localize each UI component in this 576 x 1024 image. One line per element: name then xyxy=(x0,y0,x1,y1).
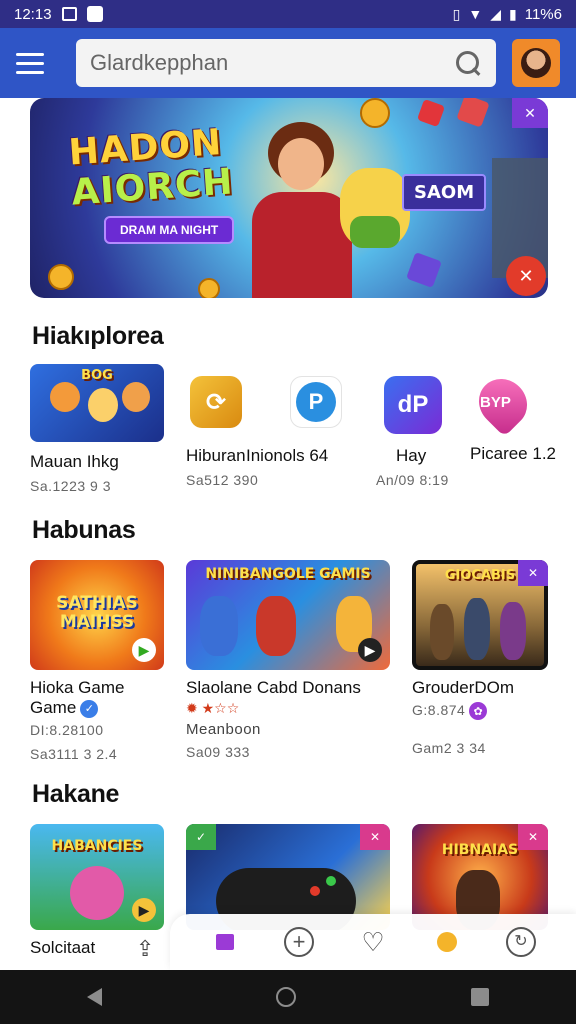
gift-icon[interactable] xyxy=(207,924,243,960)
home-icon[interactable] xyxy=(276,987,297,1007)
vibrate-icon: ▯ xyxy=(452,6,461,22)
hay-app-icon: dP xyxy=(384,376,442,434)
signal-icon: ◢ xyxy=(490,6,502,22)
share-icon[interactable]: ⇪ xyxy=(136,936,154,962)
banner-tag: SAOM xyxy=(402,174,487,211)
status-bar: 12:13 ▯ ▼ ◢ ▮ 11%6 xyxy=(0,0,576,28)
avatar[interactable] xyxy=(512,39,560,87)
hiburan-app-icon: ⟳ xyxy=(190,376,242,428)
main-content: HADON AIORCH DRAM MA NIGHT SAOM ✕ ✕ Hiak… xyxy=(0,98,576,968)
favorite-icon[interactable]: ♡ xyxy=(355,924,391,960)
app-bar xyxy=(0,28,576,98)
app-card[interactable]: BOG Mauan Ihkg Sa.1223 9 3 xyxy=(30,364,164,494)
game-card[interactable]: SATHIAS MAIHSS ▶ Hioka Game Game ✓ DI:8.2… xyxy=(30,560,164,762)
banner-title: HADON AIORCH xyxy=(67,122,235,214)
featured-banner[interactable]: HADON AIORCH DRAM MA NIGHT SAOM ✕ ✕ xyxy=(30,98,548,298)
ribbon-icon: ✕ xyxy=(512,98,548,128)
game-card[interactable]: NINIBANGOLE GAMIS ▶ Slaolane Cabd Donans… xyxy=(186,560,390,760)
app-notification-icon xyxy=(86,6,103,22)
battery-icon: ▮ xyxy=(509,6,517,22)
banner-cta-button[interactable]: DRAM MA NIGHT xyxy=(104,216,235,244)
status-time: 12:13 xyxy=(14,5,52,23)
search-input[interactable] xyxy=(90,50,454,76)
wifi-icon: ▼ xyxy=(468,6,483,22)
coins-icon[interactable] xyxy=(429,924,465,960)
badge-icon: ✿ xyxy=(469,702,488,721)
search-icon[interactable] xyxy=(454,49,482,77)
verified-icon: ✓ xyxy=(80,699,99,718)
search-bar[interactable] xyxy=(76,39,496,87)
battery-text: 11%6 xyxy=(524,5,562,23)
system-nav-bar xyxy=(0,970,576,1024)
section-title: Habunas xyxy=(32,516,136,544)
corner-badge-icon: ✕ xyxy=(506,256,546,296)
menu-icon[interactable] xyxy=(16,45,52,81)
back-icon[interactable] xyxy=(87,988,103,1006)
game-card[interactable]: GIOCABIS ✕ GrouderDOm G:8.874 ✿ Gam2 3 34 xyxy=(412,560,548,756)
inionols-app-icon: P xyxy=(290,376,342,428)
app-card[interactable]: BYP Picaree 1.2 xyxy=(469,369,556,464)
app-card[interactable]: ⟳ Hiburan Sa512 390 xyxy=(186,376,258,488)
app-card[interactable]: dP Hay An/09 8:19 xyxy=(376,376,449,488)
app-card[interactable]: P Inionols 64 xyxy=(246,376,342,466)
bottom-action-bar: + ♡ ↻ xyxy=(170,914,576,970)
refresh-icon[interactable]: ↻ xyxy=(503,924,539,960)
section-title: Hakane xyxy=(32,780,120,808)
add-icon[interactable]: + xyxy=(281,924,317,960)
heart-app-icon: BYP xyxy=(469,369,537,437)
notification-icon xyxy=(61,7,77,21)
section-title: Hiakıplorea xyxy=(32,322,164,350)
recents-icon[interactable] xyxy=(470,988,489,1006)
